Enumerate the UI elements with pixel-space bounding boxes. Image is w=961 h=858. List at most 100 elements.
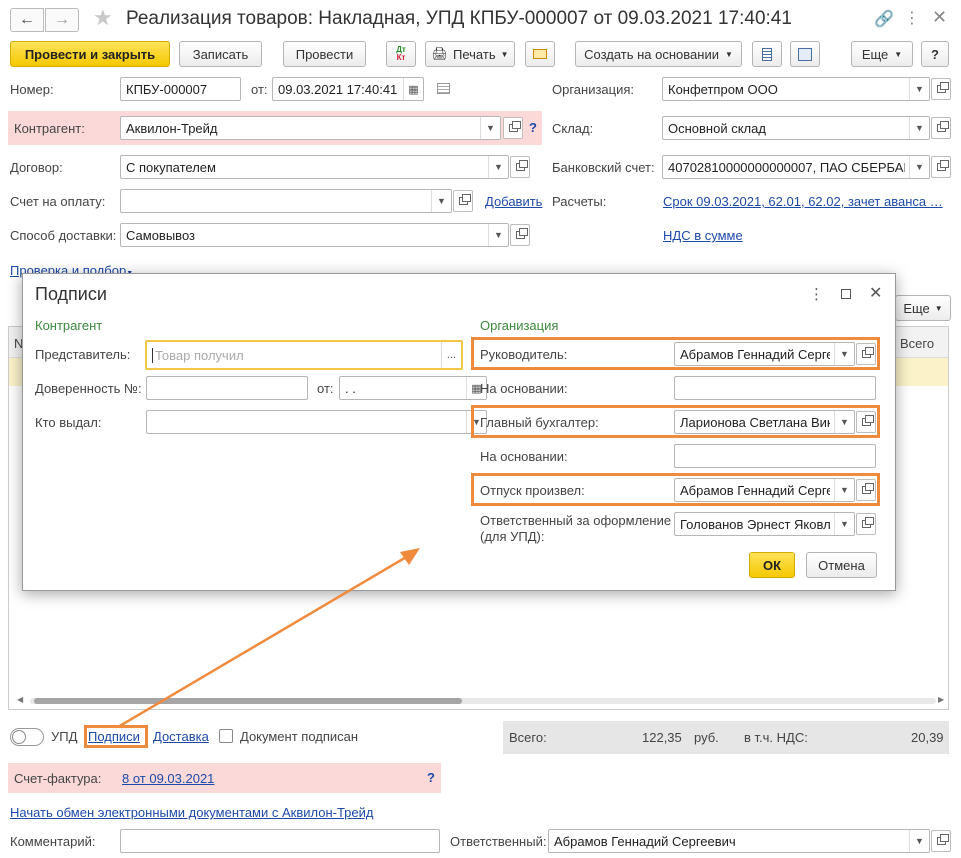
contractor-help-icon[interactable]: ? xyxy=(529,120,537,135)
chevron-down-icon[interactable]: ▼ xyxy=(834,479,854,501)
chevron-down-icon[interactable]: ▼ xyxy=(488,156,508,178)
chevron-down-icon[interactable]: ▼ xyxy=(834,411,854,433)
scroll-left-icon[interactable]: ◀ xyxy=(17,695,23,704)
dialog-maximize-icon[interactable] xyxy=(841,289,851,299)
currency-label: руб. xyxy=(694,730,719,745)
bank-account-open-button[interactable] xyxy=(931,156,951,178)
save-button[interactable]: Записать xyxy=(179,41,262,67)
org-field[interactable]: Конфетпром ООО ▼ xyxy=(662,77,930,101)
contract-open-button[interactable] xyxy=(510,156,530,178)
open-form-icon xyxy=(861,415,874,426)
invoice-pay-field[interactable]: ▼ xyxy=(120,189,452,213)
power-of-attorney-field[interactable] xyxy=(146,376,308,400)
bank-account-field[interactable]: 40702810000000000007, ПАО СБЕРБАНК ▼ xyxy=(662,155,930,179)
upd-toggle[interactable] xyxy=(10,728,44,746)
issued-by-field[interactable]: ▼ xyxy=(146,410,487,434)
help-button[interactable]: ? xyxy=(921,41,949,67)
issued-by-label: Кто выдал: xyxy=(35,415,102,430)
responsible-upd-field[interactable]: Голованов Эрнест Яковлевич ▼ xyxy=(674,512,855,536)
contract-field[interactable]: С покупателем ▼ xyxy=(120,155,509,179)
favorite-star-icon[interactable]: ★ xyxy=(93,5,113,31)
contract-value: С покупателем xyxy=(126,160,216,175)
table-more-button[interactable]: Еще ▼ xyxy=(895,295,951,321)
basis1-field[interactable] xyxy=(674,376,876,400)
forward-button[interactable]: → xyxy=(45,8,79,32)
contractor-value: Аквилон-Трейд xyxy=(126,121,218,136)
doc-signed-label: Документ подписан xyxy=(240,729,359,744)
dialog-close-icon[interactable]: ✕ xyxy=(869,283,882,303)
chevron-down-icon[interactable]: ▼ xyxy=(834,513,854,535)
responsible-upd-value: Голованов Эрнест Яковлевич xyxy=(680,517,830,532)
post-button[interactable]: Провести xyxy=(283,41,366,67)
delivery-link[interactable]: Доставка xyxy=(153,729,209,744)
chevron-down-icon[interactable]: ▼ xyxy=(431,190,451,212)
edo-exchange-link[interactable]: Начать обмен электронными документами с … xyxy=(10,805,374,820)
open-form-icon xyxy=(936,82,949,93)
responsible-field[interactable]: Абрамов Геннадий Сергеевич ▼ xyxy=(548,829,930,853)
accountant-field[interactable]: Ларионова Светлана Викторовна ▼ xyxy=(674,410,855,434)
contract-label: Договор: xyxy=(10,160,63,175)
power-date-field[interactable]: . . ▦ xyxy=(339,376,487,400)
release-field[interactable]: Абрамов Геннадий Сергеевич ▼ xyxy=(674,478,855,502)
doc-signed-checkbox[interactable] xyxy=(219,729,233,743)
link-icon[interactable]: 🔗 xyxy=(874,9,894,29)
release-value: Абрамов Геннадий Сергеевич xyxy=(680,483,830,498)
invoice-link[interactable]: 8 от 09.03.2021 xyxy=(122,771,214,786)
more-label: Еще xyxy=(861,46,889,62)
ok-button[interactable]: ОК xyxy=(749,552,795,578)
date-field[interactable]: 09.03.2021 17:40:41 ▦ xyxy=(272,77,424,101)
document-history-icon[interactable] xyxy=(437,83,450,94)
arrow-right-icon: → xyxy=(54,11,70,28)
signatures-link[interactable]: Подписи xyxy=(88,729,140,744)
back-button[interactable]: ← xyxy=(10,8,44,32)
accountant-open-button[interactable] xyxy=(856,411,876,433)
chevron-down-icon[interactable]: ▼ xyxy=(909,117,929,139)
org-open-button[interactable] xyxy=(931,78,951,100)
menu-dots-icon[interactable]: ⋮ xyxy=(904,8,920,28)
delivery-method-open-button[interactable] xyxy=(510,224,530,246)
chevron-down-icon[interactable]: ▼ xyxy=(909,78,929,100)
dialog-menu-icon[interactable]: ⋮ xyxy=(809,285,824,303)
warehouse-open-button[interactable] xyxy=(931,117,951,139)
scrollbar-thumb[interactable] xyxy=(34,698,462,704)
contractor-open-button[interactable] xyxy=(503,117,523,139)
cancel-button[interactable]: Отмена xyxy=(806,552,877,578)
add-invoice-link[interactable]: Добавить xyxy=(485,194,542,209)
close-window-icon[interactable]: ✕ xyxy=(932,7,947,28)
report-button[interactable] xyxy=(752,41,782,67)
settlements-link[interactable]: Срок 09.03.2021, 62.01, 62.02, зачет ава… xyxy=(663,194,943,209)
print-button[interactable]: 🖨 Печать ▼ xyxy=(425,41,515,67)
invoice-pay-open-button[interactable] xyxy=(453,190,473,212)
responsible-upd-open-button[interactable] xyxy=(856,513,876,535)
comment-field[interactable] xyxy=(120,829,440,853)
scroll-right-icon[interactable]: ▶ xyxy=(938,695,944,704)
basis2-field[interactable] xyxy=(674,444,876,468)
post-and-close-button[interactable]: Провести и закрыть xyxy=(10,41,170,67)
head-open-button[interactable] xyxy=(856,343,876,365)
number-field[interactable]: КПБУ-000007 xyxy=(120,77,241,101)
chevron-down-icon[interactable]: ▼ xyxy=(909,156,929,178)
invoice-help-icon[interactable]: ? xyxy=(427,770,435,785)
envelope-icon xyxy=(533,49,547,59)
more-button[interactable]: Еще ▼ xyxy=(851,41,913,67)
ellipsis-button[interactable]: ... xyxy=(441,342,461,368)
delivery-method-field[interactable]: Самовывоз ▼ xyxy=(120,223,509,247)
vat-in-sum-link[interactable]: НДС в сумме xyxy=(663,228,743,243)
release-open-button[interactable] xyxy=(856,479,876,501)
email-button[interactable] xyxy=(525,41,555,67)
create-based-button[interactable]: Создать на основании ▼ xyxy=(575,41,742,67)
structure-button[interactable] xyxy=(790,41,820,67)
chevron-down-icon[interactable]: ▼ xyxy=(834,343,854,365)
total-label: Всего: xyxy=(509,730,547,745)
contractor-field[interactable]: Аквилон-Трейд ▼ xyxy=(120,116,501,140)
chevron-down-icon[interactable]: ▼ xyxy=(488,224,508,246)
representative-field[interactable]: Товар получил ... xyxy=(145,340,463,370)
dt-kt-button[interactable]: Дт Кт xyxy=(386,41,416,67)
chevron-down-icon[interactable]: ▼ xyxy=(909,830,929,852)
chevron-down-icon[interactable]: ▼ xyxy=(480,117,500,139)
chevron-down-icon: ▼ xyxy=(894,49,903,59)
responsible-open-button[interactable] xyxy=(931,830,951,852)
warehouse-field[interactable]: Основной склад ▼ xyxy=(662,116,930,140)
calendar-icon[interactable]: ▦ xyxy=(403,78,423,100)
head-field[interactable]: Абрамов Геннадий Сергеевич ▼ xyxy=(674,342,855,366)
